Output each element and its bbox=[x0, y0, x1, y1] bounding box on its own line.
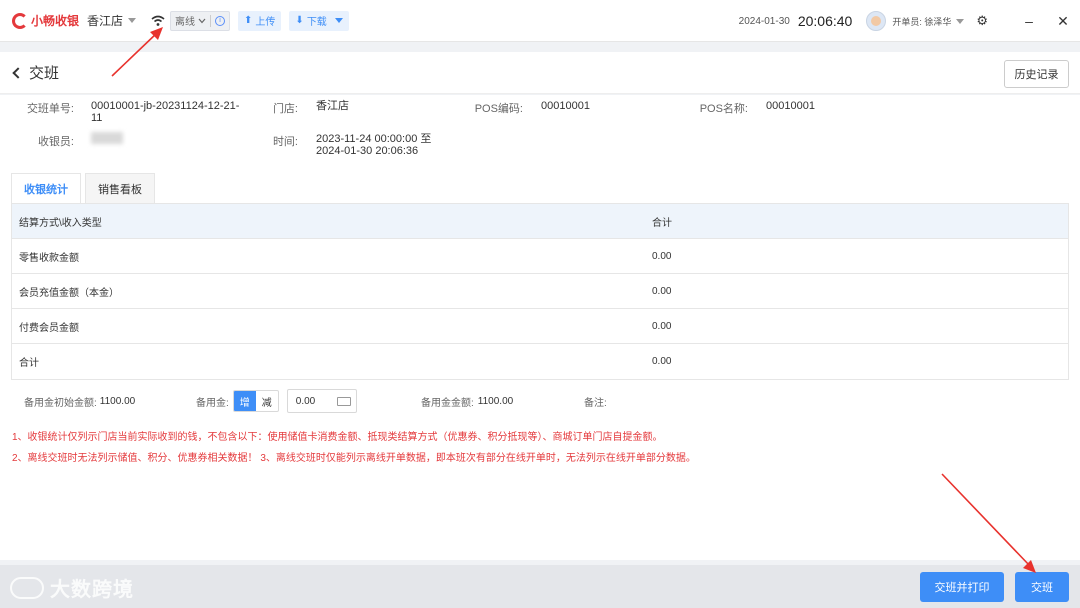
pos-code-value: 00010001 bbox=[541, 100, 590, 112]
divider bbox=[210, 14, 212, 27]
row-total: 0.00 bbox=[652, 356, 672, 367]
upload-label: 上传 bbox=[255, 17, 276, 28]
tab-sales-board[interactable]: 销售看板 bbox=[85, 173, 155, 203]
table-row: 合计 0.00 bbox=[12, 344, 1068, 379]
table-row: 零售收款金额 0.00 bbox=[12, 239, 1068, 274]
cashier-value-redacted bbox=[91, 132, 123, 144]
reserve-toggle: 增 减 bbox=[232, 390, 279, 412]
time-end: 2024-01-30 20:06:36 bbox=[316, 145, 419, 157]
reserve-adjust: 备用金: 增 减 0.00 bbox=[196, 388, 357, 414]
close-icon[interactable]: ✕ bbox=[1046, 13, 1080, 30]
order-no-label: 交班单号: bbox=[26, 103, 74, 115]
watermark-logo-icon bbox=[10, 576, 44, 599]
initial-reserve-label: 备用金初始金额: bbox=[24, 397, 97, 409]
table-row: 会员充值金额（本金） 0.00 bbox=[12, 274, 1068, 309]
row-total: 0.00 bbox=[652, 320, 672, 332]
remark: 备注: bbox=[584, 388, 607, 414]
order-no-line2: 11 bbox=[91, 112, 103, 124]
row-label: 会员充值金额（本金） bbox=[19, 287, 119, 299]
tab-cashier-stats[interactable]: 收银统计 bbox=[11, 173, 81, 203]
reserve-balance-value: 1100.00 bbox=[477, 395, 514, 407]
time-range: 2023-11-24 00:00:00 至 2024-01-30 20:06:3… bbox=[316, 133, 431, 157]
tab-bar: 收银统计 销售看板 bbox=[11, 173, 155, 203]
page-title: 交班 bbox=[29, 65, 60, 82]
row-label: 付费会员金额 bbox=[19, 322, 79, 334]
row-total: 0.00 bbox=[652, 250, 672, 262]
current-date: 2024-01-30 bbox=[738, 15, 790, 27]
minimize-icon[interactable]: – bbox=[1012, 13, 1046, 29]
reserve-balance-label: 备用金金额: bbox=[421, 397, 474, 409]
logo-text: 小畅收银 bbox=[31, 14, 80, 28]
keyboard-icon[interactable] bbox=[336, 396, 351, 406]
reserve-label: 备用金: bbox=[196, 397, 229, 409]
network-status-label: 离线 bbox=[175, 17, 196, 28]
store-label: 门店: bbox=[272, 103, 298, 115]
history-button[interactable]: 历史记录 bbox=[1004, 60, 1069, 88]
pos-code-label: POS编码: bbox=[474, 103, 523, 115]
decrease-button[interactable]: 减 bbox=[256, 391, 278, 411]
chevron-down-icon bbox=[198, 18, 206, 23]
chevron-left-icon bbox=[12, 66, 24, 79]
row-label: 合计 bbox=[19, 358, 39, 369]
table-row: 付费会员金额 0.00 bbox=[12, 309, 1068, 344]
pos-name-label: POS名称: bbox=[699, 103, 748, 115]
order-no-line1: 00010001-jb-20231124-12-21- bbox=[91, 100, 240, 112]
warning-note-1: 1、收银统计仅列示门店当前实际收到的钱，不包含以下：使用储值卡消费金额、抵现类结… bbox=[12, 432, 663, 443]
reserve-fund-row: 备用金初始金额: 1100.00 备用金: 增 减 0.00 备用金金额: 11… bbox=[0, 388, 1080, 414]
store-selector[interactable]: 香江店 bbox=[87, 12, 137, 29]
user-menu[interactable]: 开单员: 徐泽华 bbox=[892, 15, 965, 28]
logo-icon bbox=[12, 12, 28, 29]
app-logo: 小畅收银 bbox=[12, 12, 79, 29]
row-label: 零售收款金额 bbox=[19, 252, 79, 264]
remark-label: 备注: bbox=[584, 397, 607, 409]
reserve-amount-input[interactable]: 0.00 bbox=[286, 389, 357, 413]
page-header: 交班 历史记录 bbox=[0, 52, 1080, 94]
reserve-amount-value: 0.00 bbox=[295, 395, 316, 407]
shift-button[interactable]: 交班 bbox=[1015, 572, 1069, 602]
download-button[interactable]: ⬇ 下载 bbox=[289, 10, 349, 31]
warning-note-2: 2、离线交班时无法列示储值、积分、优惠券相关数据！ 3、离线交班时仅能列示离线开… bbox=[12, 453, 696, 464]
top-bar: 小畅收银 香江店 离线 i ⬆ 上传 ⬇ 下载 2024-01-30 20:06… bbox=[0, 0, 1080, 42]
watermark: 大数跨境 bbox=[10, 573, 134, 602]
time-start: 2023-11-24 00:00:00 至 bbox=[316, 133, 432, 145]
current-time: 20:06:40 bbox=[797, 13, 853, 29]
opener-label: 开单员: 徐泽华 bbox=[892, 16, 952, 27]
download-label: 下载 bbox=[306, 17, 327, 28]
gear-icon[interactable]: ⚙ bbox=[976, 13, 988, 29]
column-header-type: 结算方式\收入类型 bbox=[19, 217, 102, 229]
main-content: 交班单号: 00010001-jb-20231124-12-21- 11 门店:… bbox=[0, 95, 1080, 560]
table-header: 结算方式\收入类型 合计 bbox=[12, 204, 1068, 239]
upload-button[interactable]: ⬆ 上传 bbox=[238, 10, 282, 31]
pos-name-value: 00010001 bbox=[766, 100, 815, 112]
chevron-down-icon bbox=[128, 18, 137, 23]
network-status-dropdown[interactable]: 离线 i bbox=[170, 10, 231, 31]
upload-icon: ⬆ bbox=[244, 15, 253, 26]
chevron-down-icon bbox=[956, 18, 965, 24]
initial-reserve-value: 1100.00 bbox=[99, 395, 136, 407]
reserve-balance: 备用金金额: 1100.00 bbox=[421, 388, 513, 414]
shift-and-print-button[interactable]: 交班并打印 bbox=[920, 572, 1004, 602]
store-value: 香江店 bbox=[316, 100, 349, 112]
initial-reserve: 备用金初始金额: 1100.00 bbox=[24, 388, 135, 414]
wifi-icon bbox=[150, 13, 166, 29]
user-face-icon bbox=[871, 16, 882, 26]
increase-button[interactable]: 增 bbox=[233, 391, 256, 411]
back-button[interactable]: 交班 bbox=[12, 62, 60, 83]
column-header-total: 合计 bbox=[652, 217, 672, 229]
store-name: 香江店 bbox=[87, 14, 124, 28]
stats-table: 结算方式\收入类型 合计 零售收款金额 0.00 会员充值金额（本金） 0.00… bbox=[11, 203, 1069, 380]
watermark-text: 大数跨境 bbox=[50, 579, 134, 601]
footer-bar: 大数跨境 交班并打印 交班 bbox=[0, 565, 1080, 608]
info-icon[interactable]: i bbox=[215, 15, 226, 26]
avatar[interactable] bbox=[866, 11, 887, 31]
chevron-down-icon[interactable] bbox=[334, 18, 343, 23]
download-icon: ⬇ bbox=[295, 15, 304, 26]
order-no-value: 00010001-jb-20231124-12-21- 11 bbox=[91, 100, 239, 124]
time-label: 时间: bbox=[272, 136, 298, 148]
cashier-label: 收银员: bbox=[37, 136, 74, 148]
row-total: 0.00 bbox=[652, 285, 672, 297]
